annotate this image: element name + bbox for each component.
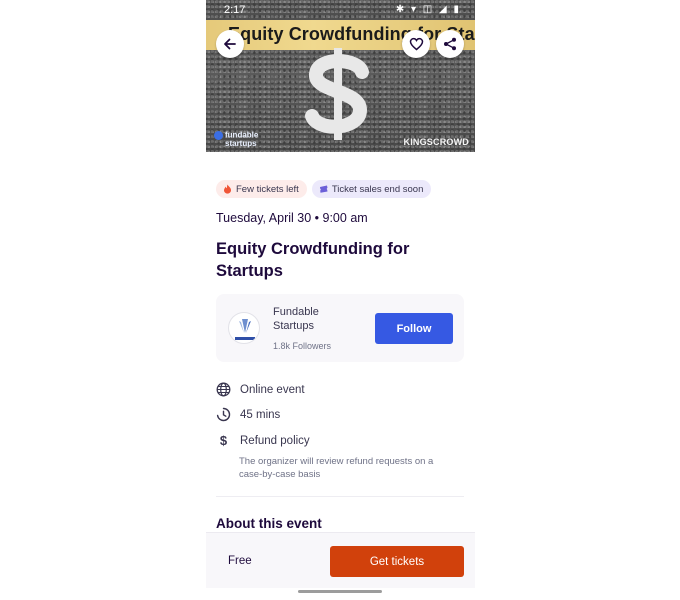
refund-row: $ Refund policy — [216, 433, 310, 448]
about-heading: About this event — [216, 516, 322, 531]
get-tickets-button[interactable]: Get tickets — [330, 546, 464, 577]
like-button[interactable] — [402, 30, 430, 58]
dollar-sign-graphic — [305, 48, 369, 140]
event-page: Equity Crowdfunding for Startups fundabl… — [206, 0, 475, 600]
status-bar: 2:17 ✱ ▾ ◫ ◢ ▮ — [206, 0, 475, 20]
event-title: Equity Crowdfunding for Startups — [216, 240, 410, 280]
back-button[interactable] — [216, 30, 244, 58]
few-tickets-badge: Few tickets left — [216, 180, 307, 198]
share-icon — [444, 37, 456, 51]
clock-icon — [216, 407, 231, 422]
few-tickets-label: Few tickets left — [236, 183, 299, 195]
checkout-bar: Free Get tickets — [206, 532, 475, 588]
ticket-price: Free — [228, 555, 252, 567]
location-text: Online event — [240, 383, 305, 396]
home-indicator[interactable] — [298, 590, 382, 593]
status-time: 2:17 — [224, 4, 246, 16]
organizer-avatar — [228, 312, 260, 344]
refund-label: Refund policy — [240, 434, 310, 447]
heart-icon — [409, 37, 423, 51]
sales-end-label: Ticket sales end soon — [331, 183, 424, 195]
location-row: Online event — [216, 382, 305, 397]
globe-icon — [216, 382, 231, 397]
urgency-badges: Few tickets left Ticket sales end soon — [216, 180, 432, 198]
duration-text: 45 mins — [240, 408, 281, 421]
fundable-logo-icon — [235, 319, 255, 340]
follow-button[interactable]: Follow — [375, 313, 453, 344]
kingscrowd-logo: KINGSCROWD — [403, 137, 469, 147]
refund-description: The organizer will review refund request… — [239, 456, 434, 480]
arrow-left-icon — [224, 38, 236, 50]
organizer-followers: 1.8k Followers — [273, 341, 332, 351]
dollar-icon: $ — [219, 433, 228, 448]
organizer-card[interactable]: Fundable Startups 1.8k Followers Follow — [216, 294, 464, 362]
share-button[interactable] — [436, 30, 464, 58]
ticket-icon — [319, 185, 328, 193]
fundable-startups-logo: fundable startups — [214, 131, 258, 148]
fire-icon — [224, 184, 231, 194]
organizer-name[interactable]: Fundable Startups — [273, 305, 343, 333]
event-date: Tuesday, April 30 • 9:00 am — [216, 211, 368, 225]
event-hero-image: Equity Crowdfunding for Startups fundabl… — [206, 0, 475, 152]
section-divider — [216, 496, 464, 497]
duration-row: 45 mins — [216, 407, 280, 422]
sales-end-badge: Ticket sales end soon — [311, 180, 432, 198]
status-icons: ✱ ▾ ◫ ◢ ▮ — [395, 4, 461, 15]
